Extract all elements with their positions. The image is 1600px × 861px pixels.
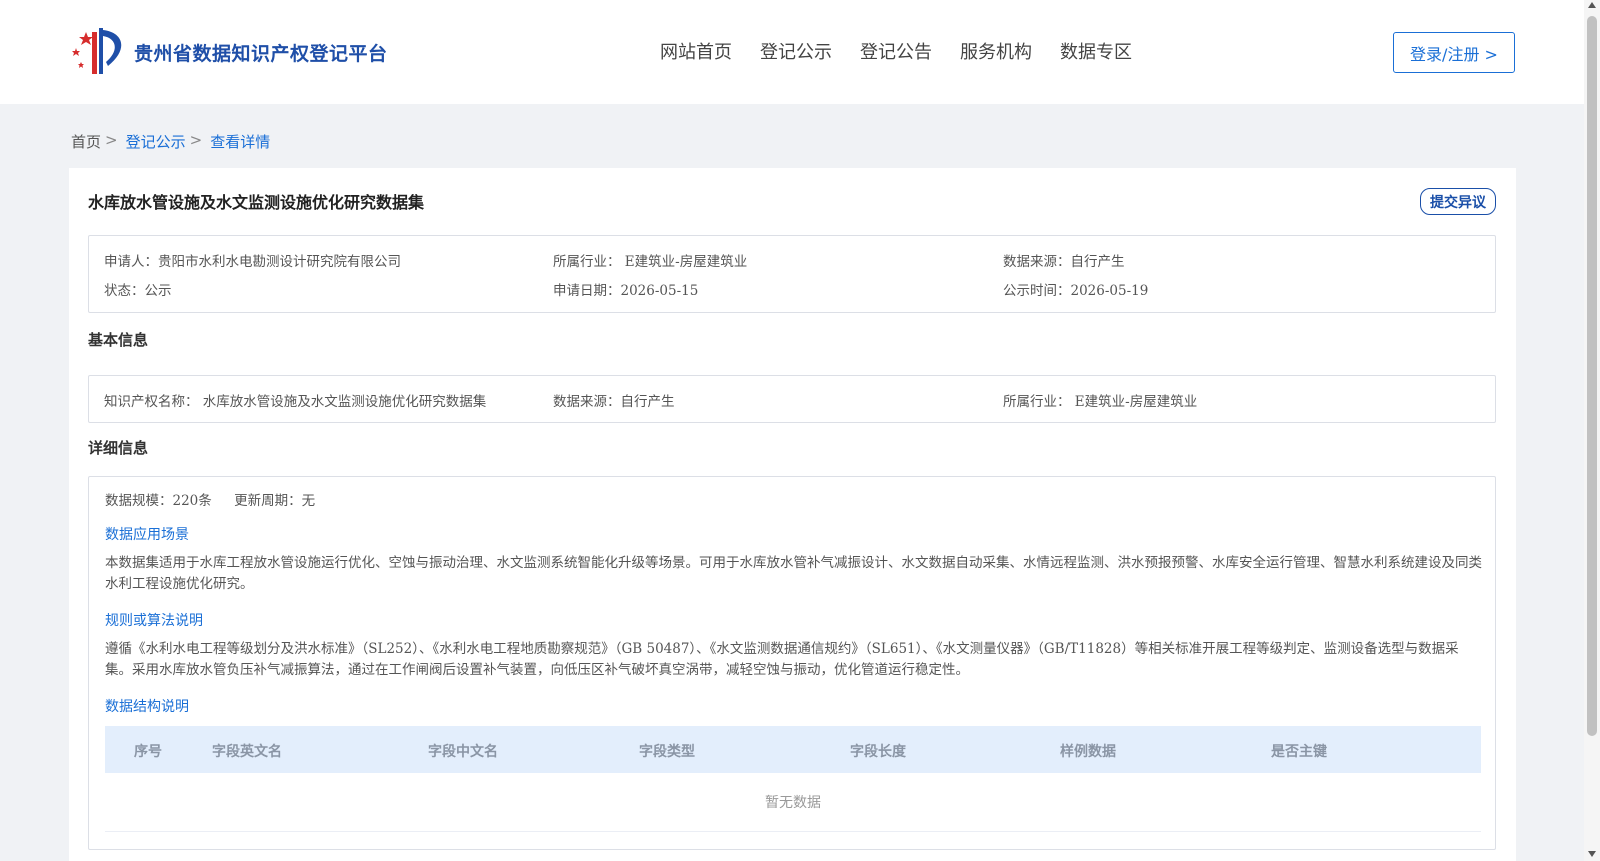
column-header-primary-key: 是否主键: [1271, 744, 1327, 760]
application-scene-text: 本数据集适用于水库工程放水管设施运行优化、空蚀与振动治理、水文监测系统智能化升级…: [105, 555, 1482, 592]
nav-registration-notice[interactable]: 登记公告: [860, 38, 932, 64]
breadcrumb-registration-publicity[interactable]: 登记公示: [126, 131, 186, 152]
basic-industry-text: 所属行业： E建筑业-房屋建筑业: [1003, 394, 1198, 410]
basic-source-text: 数据来源：自行产生: [553, 394, 675, 410]
breadcrumb-separator: >: [105, 131, 118, 149]
data-structure-table: 序号 字段英文名 字段中文名 字段类型 字段长度 样例数据 是否主键 暂无数据: [105, 726, 1481, 832]
nav-registration-publicity[interactable]: 登记公示: [760, 38, 832, 64]
scroll-thumb[interactable]: [1587, 16, 1597, 736]
page-scrollbar[interactable]: [1584, 0, 1600, 861]
column-header-length: 字段长度: [850, 744, 906, 760]
breadcrumb-home[interactable]: 首页: [71, 131, 101, 152]
rule-algorithm-text: 遵循《水利水电工程等级划分及洪水标准》（SL252）、《水利水电工程地质勘察规范…: [105, 641, 1459, 678]
column-header-english-name: 字段英文名: [212, 744, 282, 760]
column-header-sample: 样例数据: [1060, 744, 1116, 760]
scroll-up-icon[interactable]: [1588, 2, 1596, 8]
detail-info-heading: 详细信息: [88, 439, 149, 457]
applicant-text: 申请人：贵阳市水利水电勘测设计研究院有限公司: [104, 254, 401, 270]
breadcrumb-separator: >: [189, 131, 203, 149]
apply-date-text: 申请日期：2026-05-15: [553, 283, 699, 299]
data-scale-line: 数据规模：220条 更新周期：无: [105, 489, 315, 509]
logo-text: 贵州省数据知识产权登记平台: [134, 42, 388, 65]
scroll-down-icon[interactable]: [1588, 851, 1596, 857]
detail-card: 水库放水管设施及水文监测设施优化研究数据集 提交异议 申请人：贵阳市水利水电勘测…: [69, 168, 1516, 861]
column-header-index: 序号: [134, 744, 162, 760]
data-structure-heading: 数据结构说明: [105, 699, 189, 715]
submit-objection-button[interactable]: 提交异议: [1420, 188, 1496, 215]
nav-home[interactable]: 网站首页: [660, 38, 732, 64]
site-logo[interactable]: 贵州省数据知识产权登记平台: [70, 26, 388, 78]
column-header-chinese-name: 字段中文名: [428, 744, 498, 760]
logo-icon: [72, 28, 122, 74]
rule-algorithm-heading: 规则或算法说明: [105, 613, 203, 629]
ip-name-text: 知识产权名称： 水库放水管设施及水文监测设施优化研究数据集: [104, 394, 487, 410]
main-nav: 网站首页 登记公示 登记公告 服务机构 数据专区: [660, 38, 1160, 64]
breadcrumb: 首页 > 登记公示 > 查看详情: [71, 131, 270, 152]
industry-text: 所属行业： E建筑业-房屋建筑业: [553, 254, 748, 270]
site-header: 贵州省数据知识产权登记平台 网站首页 登记公示 登记公告 服务机构 数据专区 登…: [0, 0, 1584, 104]
status-text: 状态：公示: [104, 283, 172, 299]
nav-service-agencies[interactable]: 服务机构: [960, 38, 1032, 64]
column-header-type: 字段类型: [639, 744, 695, 760]
data-source-text: 数据来源：自行产生: [1003, 254, 1125, 270]
table-header: 序号 字段英文名 字段中文名 字段类型 字段长度 样例数据 是否主键: [105, 726, 1481, 773]
login-register-button[interactable]: 登录/注册 >: [1393, 32, 1515, 73]
page-title: 水库放水管设施及水文监测设施优化研究数据集: [88, 193, 425, 212]
table-empty-state: 暂无数据: [105, 773, 1481, 832]
publish-date-text: 公示时间：2026-05-19: [1003, 283, 1149, 299]
basic-info-heading: 基本信息: [88, 331, 149, 349]
summary-box: 申请人：贵阳市水利水电勘测设计研究院有限公司 所属行业： E建筑业-房屋建筑业 …: [88, 235, 1496, 313]
update-cycle-text: 更新周期：无: [234, 493, 316, 509]
breadcrumb-view-detail[interactable]: 查看详情: [210, 131, 270, 152]
nav-data-zone[interactable]: 数据专区: [1060, 38, 1132, 64]
data-scale-text: 数据规模：220条: [105, 493, 212, 509]
detail-info-box: 数据规模：220条 更新周期：无 数据应用场景 本数据集适用于水库工程放水管设施…: [88, 476, 1496, 850]
application-scene-heading: 数据应用场景: [105, 527, 189, 543]
basic-info-box: 知识产权名称： 水库放水管设施及水文监测设施优化研究数据集 数据来源：自行产生 …: [88, 375, 1496, 423]
